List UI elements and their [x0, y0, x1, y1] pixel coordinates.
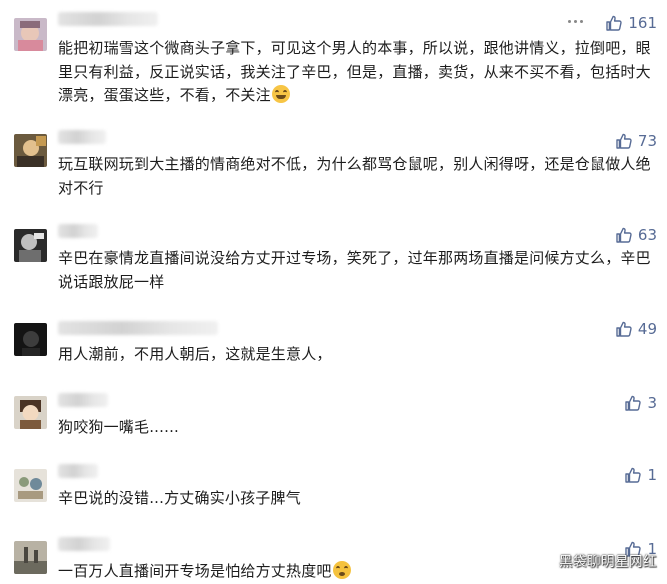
comment-text-content: 一百万人直播间开专场是怕给方丈热度吧	[58, 562, 332, 580]
comment-text: 狗咬狗一嘴毛......	[58, 418, 180, 436]
comment-text: 玩互联网玩到大主播的情商绝对不低，为什么都骂仓鼠呢，别人闲得呀，还是仓鼠做人绝对…	[58, 155, 651, 197]
like-count: 3	[647, 394, 657, 412]
like-count: 49	[637, 320, 657, 338]
thumbs-up-icon	[625, 395, 642, 411]
avatar[interactable]	[14, 541, 47, 574]
username-blurred	[58, 321, 218, 335]
avatar[interactable]	[14, 396, 47, 429]
avatar[interactable]	[14, 229, 47, 262]
more-dots-icon[interactable]	[568, 20, 583, 23]
username-blurred	[58, 130, 106, 144]
like-button[interactable]: 1	[624, 466, 657, 484]
username-blurred	[58, 464, 98, 478]
thumbs-up-icon	[616, 227, 632, 243]
like-count: 161	[628, 14, 657, 32]
avatar[interactable]	[14, 18, 47, 51]
avatar[interactable]	[14, 469, 47, 502]
comment-text: 能把初瑞雪这个微商头子拿下，可见这个男人的本事，所以说，跟他讲情义，拉倒吧，眼里…	[58, 37, 658, 108]
comment-text-content: 能把初瑞雪这个微商头子拿下，可见这个男人的本事，所以说，跟他讲情义，拉倒吧，眼里…	[58, 39, 651, 104]
username-blurred	[58, 537, 110, 551]
comment-text: 辛巴说的没错...方丈确实小孩子脾气	[58, 489, 301, 507]
username-blurred	[58, 393, 108, 407]
thumbs-up-icon	[616, 133, 632, 149]
username-blurred	[58, 224, 98, 238]
flushed-face-emoji	[332, 561, 351, 579]
grinning-face-emoji	[271, 85, 290, 103]
like-count: 1	[647, 466, 657, 484]
avatar[interactable]	[14, 323, 47, 356]
like-button[interactable]: 49	[615, 320, 657, 338]
like-button[interactable]: 161	[605, 14, 657, 32]
comment-text: 用人潮前，不用人朝后，这就是生意人，	[58, 345, 332, 363]
avatar[interactable]	[14, 134, 47, 167]
thumbs-up-icon	[616, 321, 632, 337]
like-button[interactable]: 63	[615, 226, 657, 244]
thumbs-up-icon	[606, 15, 623, 31]
like-count: 63	[637, 226, 657, 244]
like-count: 73	[637, 132, 657, 150]
like-button[interactable]: 73	[615, 132, 657, 150]
username-blurred	[58, 12, 158, 26]
watermark-text: 黑袋聊明星网红	[559, 554, 657, 570]
like-button[interactable]: 3	[624, 394, 657, 412]
comment-text: 辛巴在豪情龙直播间说没给方丈开过专场，笑死了，过年那两场直播是问候方丈么，辛巴说…	[58, 249, 651, 291]
thumbs-up-icon	[625, 467, 642, 483]
